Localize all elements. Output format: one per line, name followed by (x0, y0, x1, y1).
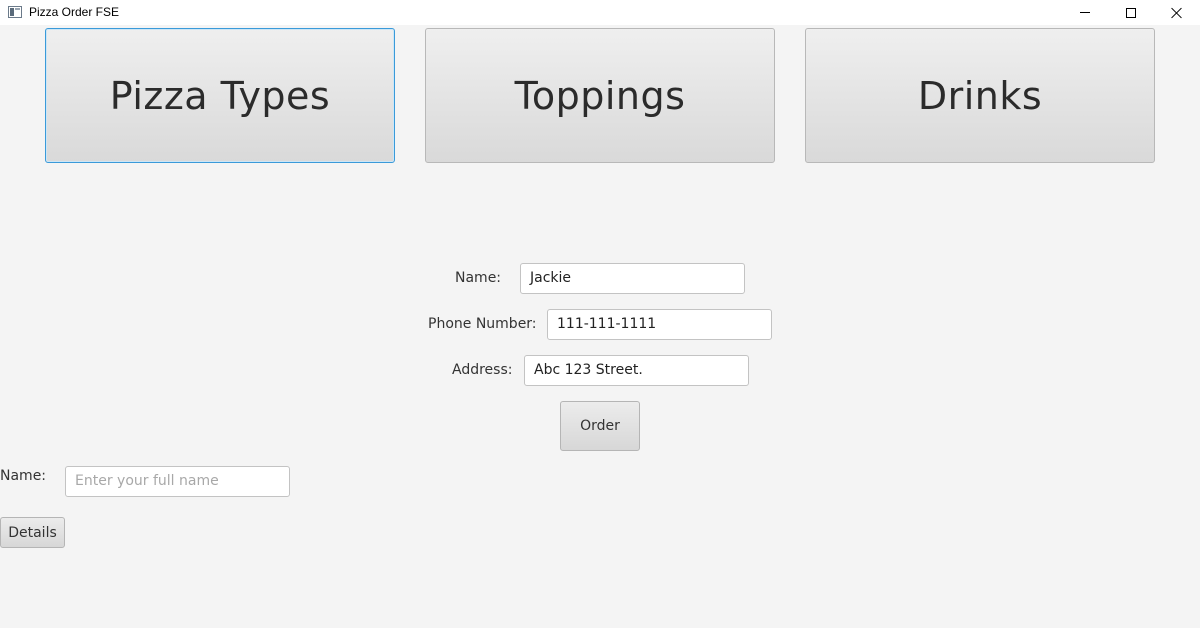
order-name-field[interactable]: Jackie (520, 263, 745, 294)
address-label: Address: (452, 362, 513, 378)
minimize-icon (1080, 12, 1090, 13)
pizza-types-button[interactable]: Pizza Types (45, 28, 395, 163)
minimize-button[interactable] (1062, 0, 1108, 25)
lookup-name-field[interactable] (65, 466, 290, 497)
title-bar: Pizza Order FSE (0, 0, 1200, 25)
address-field[interactable]: Abc 123 Street. (524, 355, 749, 386)
maximize-icon (1126, 7, 1136, 18)
close-icon (1171, 7, 1183, 19)
toppings-button[interactable]: Toppings (425, 28, 775, 163)
order-name-label: Name: (455, 270, 502, 286)
phone-label: Phone Number: (428, 316, 537, 332)
details-button[interactable]: Details (0, 517, 65, 548)
drinks-button[interactable]: Drinks (805, 28, 1155, 163)
app-window-icon (8, 6, 22, 18)
phone-field[interactable]: 111-111-1111 (547, 309, 772, 340)
window-title: Pizza Order FSE (29, 5, 120, 19)
order-button[interactable]: Order (560, 401, 640, 451)
lookup-name-input[interactable] (75, 473, 280, 489)
lookup-name-label: Name: (0, 468, 47, 484)
close-button[interactable] (1154, 0, 1200, 25)
maximize-button[interactable] (1108, 0, 1154, 25)
